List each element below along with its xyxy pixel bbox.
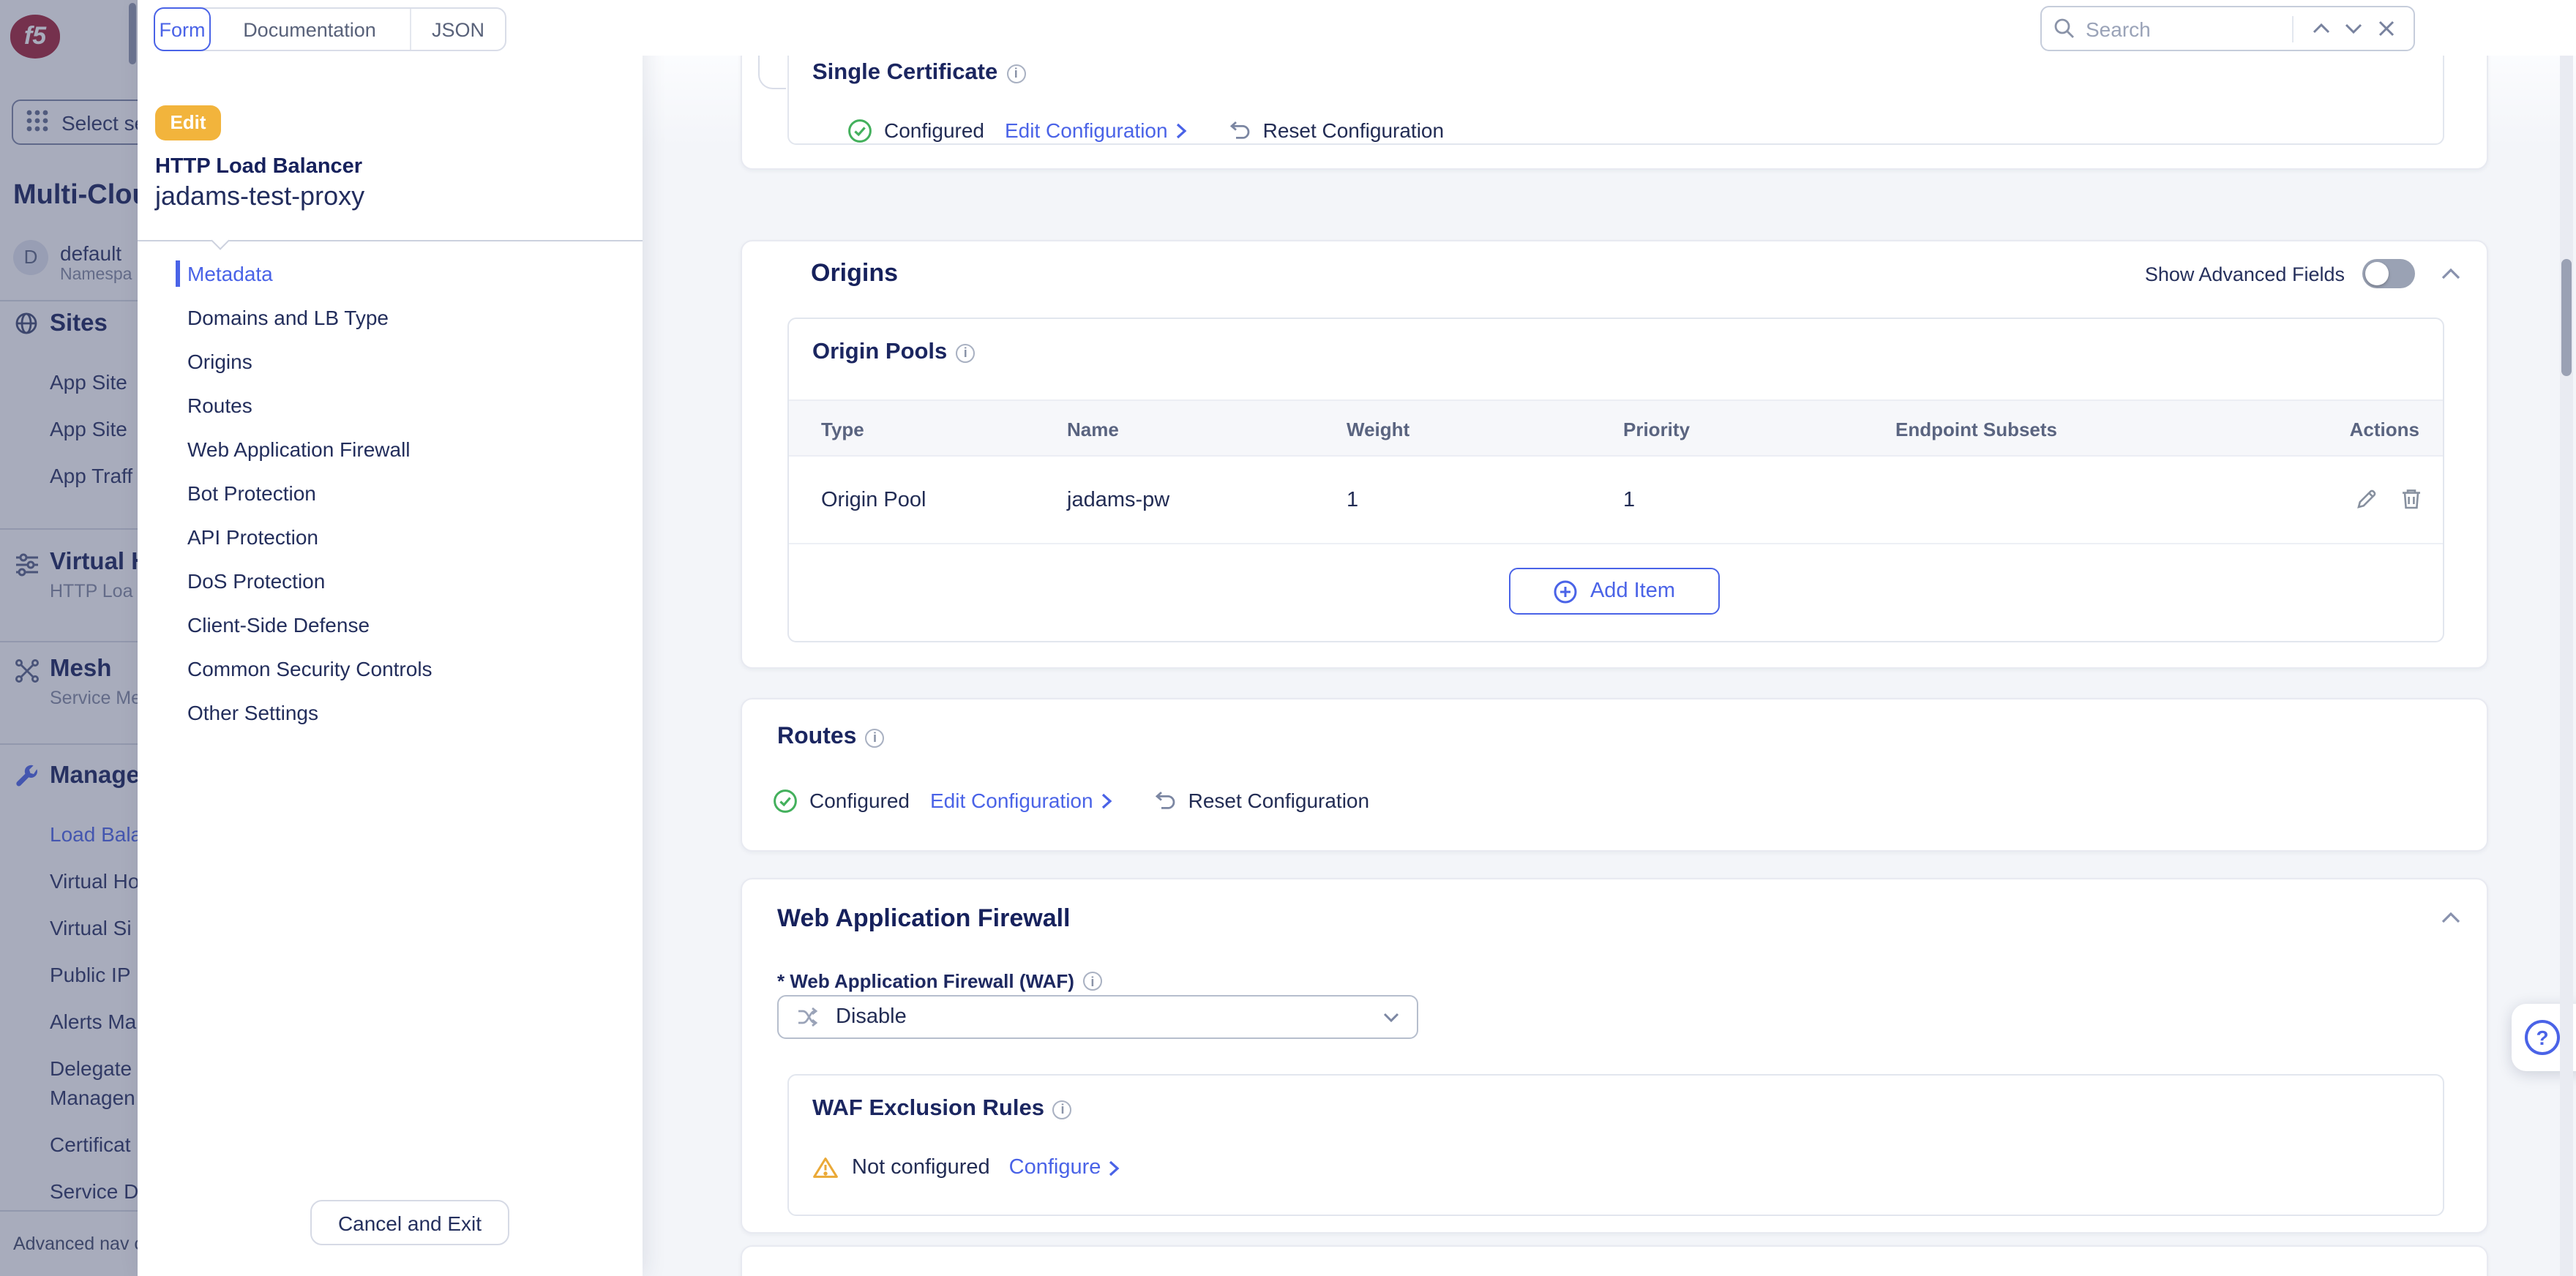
cell-name: jadams-pw bbox=[1067, 489, 1169, 512]
page-scrollbar-thumb[interactable] bbox=[2561, 259, 2572, 376]
col-type: Type bbox=[821, 419, 864, 440]
panel-nav-origins[interactable]: Origins bbox=[138, 339, 643, 383]
waf-field-label: * Web Application Firewall (WAF) bbox=[777, 970, 1074, 992]
top-bar: Form Documentation JSON Search bbox=[138, 0, 2576, 56]
show-advanced-fields-toggle[interactable] bbox=[2362, 259, 2415, 288]
info-icon[interactable]: i bbox=[956, 343, 975, 362]
chevron-right-icon bbox=[1108, 1160, 1120, 1176]
certificate-reset-configuration[interactable]: Reset Configuration bbox=[1263, 119, 1445, 142]
single-certificate-title: Single Certificate bbox=[812, 60, 997, 86]
warning-triangle-icon bbox=[812, 1156, 839, 1179]
origin-pools-title: Origin Pools bbox=[812, 339, 947, 366]
panel-section-nav: Metadata Domains and LB Type Origins Rou… bbox=[138, 252, 643, 735]
origin-pools-table-header: Type Name Weight Priority Endpoint Subse… bbox=[789, 399, 2443, 457]
configured-check-icon bbox=[773, 788, 798, 813]
waf-exclusion-configure-link[interactable]: Configure bbox=[1009, 1156, 1101, 1179]
next-section-card bbox=[741, 1245, 2488, 1276]
edit-badge: Edit bbox=[155, 105, 221, 140]
waf-exclusion-rules-title: WAF Exclusion Rules bbox=[812, 1096, 1044, 1122]
routes-reset-configuration[interactable]: Reset Configuration bbox=[1188, 789, 1370, 812]
object-name: jadams-test-proxy bbox=[155, 181, 364, 212]
show-advanced-fields-label: Show Advanced Fields bbox=[2145, 263, 2345, 285]
search-separator bbox=[2292, 15, 2294, 42]
close-search-icon[interactable] bbox=[2370, 12, 2402, 45]
tab-form[interactable]: Form bbox=[154, 7, 211, 51]
routes-status: Configured bbox=[809, 789, 910, 812]
waf-select[interactable]: Disable bbox=[777, 995, 1418, 1039]
waf-exclusion-status: Not configured bbox=[852, 1156, 990, 1179]
help-icon[interactable]: ? bbox=[2525, 1020, 2560, 1055]
waf-title: Web Application Firewall bbox=[777, 904, 1071, 934]
edit-panel: Edit HTTP Load Balancer jadams-test-prox… bbox=[138, 0, 643, 1276]
collapse-section-icon[interactable] bbox=[2441, 912, 2460, 923]
add-item-button[interactable]: Add Item bbox=[1509, 568, 1720, 615]
panel-nav-routes[interactable]: Routes bbox=[138, 383, 643, 427]
panel-divider-notch bbox=[211, 231, 229, 249]
chevron-right-icon bbox=[1101, 792, 1112, 808]
object-type-label: HTTP Load Balancer bbox=[155, 155, 362, 179]
col-weight: Weight bbox=[1347, 419, 1409, 440]
cell-priority: 1 bbox=[1623, 489, 1635, 512]
plus-circle-icon bbox=[1554, 579, 1579, 604]
sidebar-dim-overlay bbox=[0, 0, 138, 1276]
info-icon[interactable]: i bbox=[1083, 972, 1102, 991]
cell-weight: 1 bbox=[1347, 489, 1358, 512]
routes-card: Routes i Configured Edit Configuration R… bbox=[741, 698, 2488, 852]
col-endpoint-subsets: Endpoint Subsets bbox=[1895, 419, 2057, 440]
configured-check-icon bbox=[847, 118, 872, 143]
panel-nav-client-side-defense[interactable]: Client-Side Defense bbox=[138, 603, 643, 647]
origins-card: Origins Show Advanced Fields Origin Pool… bbox=[741, 240, 2488, 669]
reset-icon bbox=[1228, 119, 1251, 141]
certificate-edit-configuration-link[interactable]: Edit Configuration bbox=[1005, 119, 1168, 142]
info-icon[interactable]: i bbox=[1006, 64, 1025, 83]
panel-nav-waf[interactable]: Web Application Firewall bbox=[138, 427, 643, 471]
shuffle-icon bbox=[796, 1007, 821, 1027]
panel-nav-common-security-controls[interactable]: Common Security Controls bbox=[138, 647, 643, 691]
page-scrollbar[interactable] bbox=[2560, 56, 2573, 1276]
routes-title: Routes bbox=[777, 724, 856, 751]
cancel-and-exit-button[interactable]: Cancel and Exit bbox=[310, 1200, 509, 1245]
search-placeholder: Search bbox=[2086, 17, 2280, 40]
waf-exclusion-rules-card: WAF Exclusion Rules i Not configured Con… bbox=[787, 1074, 2444, 1216]
sidebar-scrollbar-thumb[interactable] bbox=[129, 3, 136, 64]
panel-nav-api-protection[interactable]: API Protection bbox=[138, 515, 643, 559]
chevron-down-icon bbox=[1383, 1012, 1399, 1022]
origin-pool-table-row[interactable]: Origin Pool jadams-pw 1 1 bbox=[789, 457, 2443, 544]
col-priority: Priority bbox=[1623, 419, 1690, 440]
origin-pools-card: Origin Pools i Type Name Weight Priority… bbox=[787, 318, 2444, 642]
panel-nav-dos-protection[interactable]: DoS Protection bbox=[138, 559, 643, 603]
panel-nav-bot-protection[interactable]: Bot Protection bbox=[138, 471, 643, 515]
add-item-label: Add Item bbox=[1590, 579, 1675, 603]
tab-documentation[interactable]: Documentation bbox=[209, 9, 411, 50]
waf-card: Web Application Firewall * Web Applicati… bbox=[741, 878, 2488, 1234]
routes-edit-configuration-link[interactable]: Edit Configuration bbox=[930, 789, 1093, 812]
col-actions: Actions bbox=[2350, 419, 2419, 440]
panel-nav-domains-lb-type[interactable]: Domains and LB Type bbox=[138, 296, 643, 339]
col-name: Name bbox=[1067, 419, 1119, 440]
find-next-icon[interactable] bbox=[2337, 12, 2370, 45]
info-icon[interactable]: i bbox=[1053, 1100, 1072, 1119]
cell-type: Origin Pool bbox=[821, 489, 926, 512]
app-canvas: f5 Select se Multi-Clou D default Namesp… bbox=[0, 0, 2576, 1276]
search-bar[interactable]: Search bbox=[2040, 6, 2415, 51]
find-previous-icon[interactable] bbox=[2305, 12, 2337, 45]
origins-title: Origins bbox=[811, 259, 898, 288]
chevron-right-icon bbox=[1175, 122, 1187, 138]
edit-row-pencil-icon[interactable] bbox=[2355, 487, 2378, 518]
search-icon bbox=[2053, 18, 2075, 40]
panel-nav-metadata[interactable]: Metadata bbox=[138, 252, 643, 296]
form-mode-tabs: Form Documentation JSON bbox=[154, 7, 506, 51]
waf-select-value: Disable bbox=[836, 1005, 1368, 1029]
reset-icon bbox=[1153, 789, 1177, 811]
tab-json[interactable]: JSON bbox=[411, 9, 505, 50]
collapse-section-icon[interactable] bbox=[2441, 268, 2460, 279]
info-icon[interactable]: i bbox=[865, 728, 884, 747]
panel-nav-other-settings[interactable]: Other Settings bbox=[138, 691, 643, 735]
delete-row-trash-icon[interactable] bbox=[2400, 487, 2422, 518]
certificate-status: Configured bbox=[884, 119, 984, 142]
